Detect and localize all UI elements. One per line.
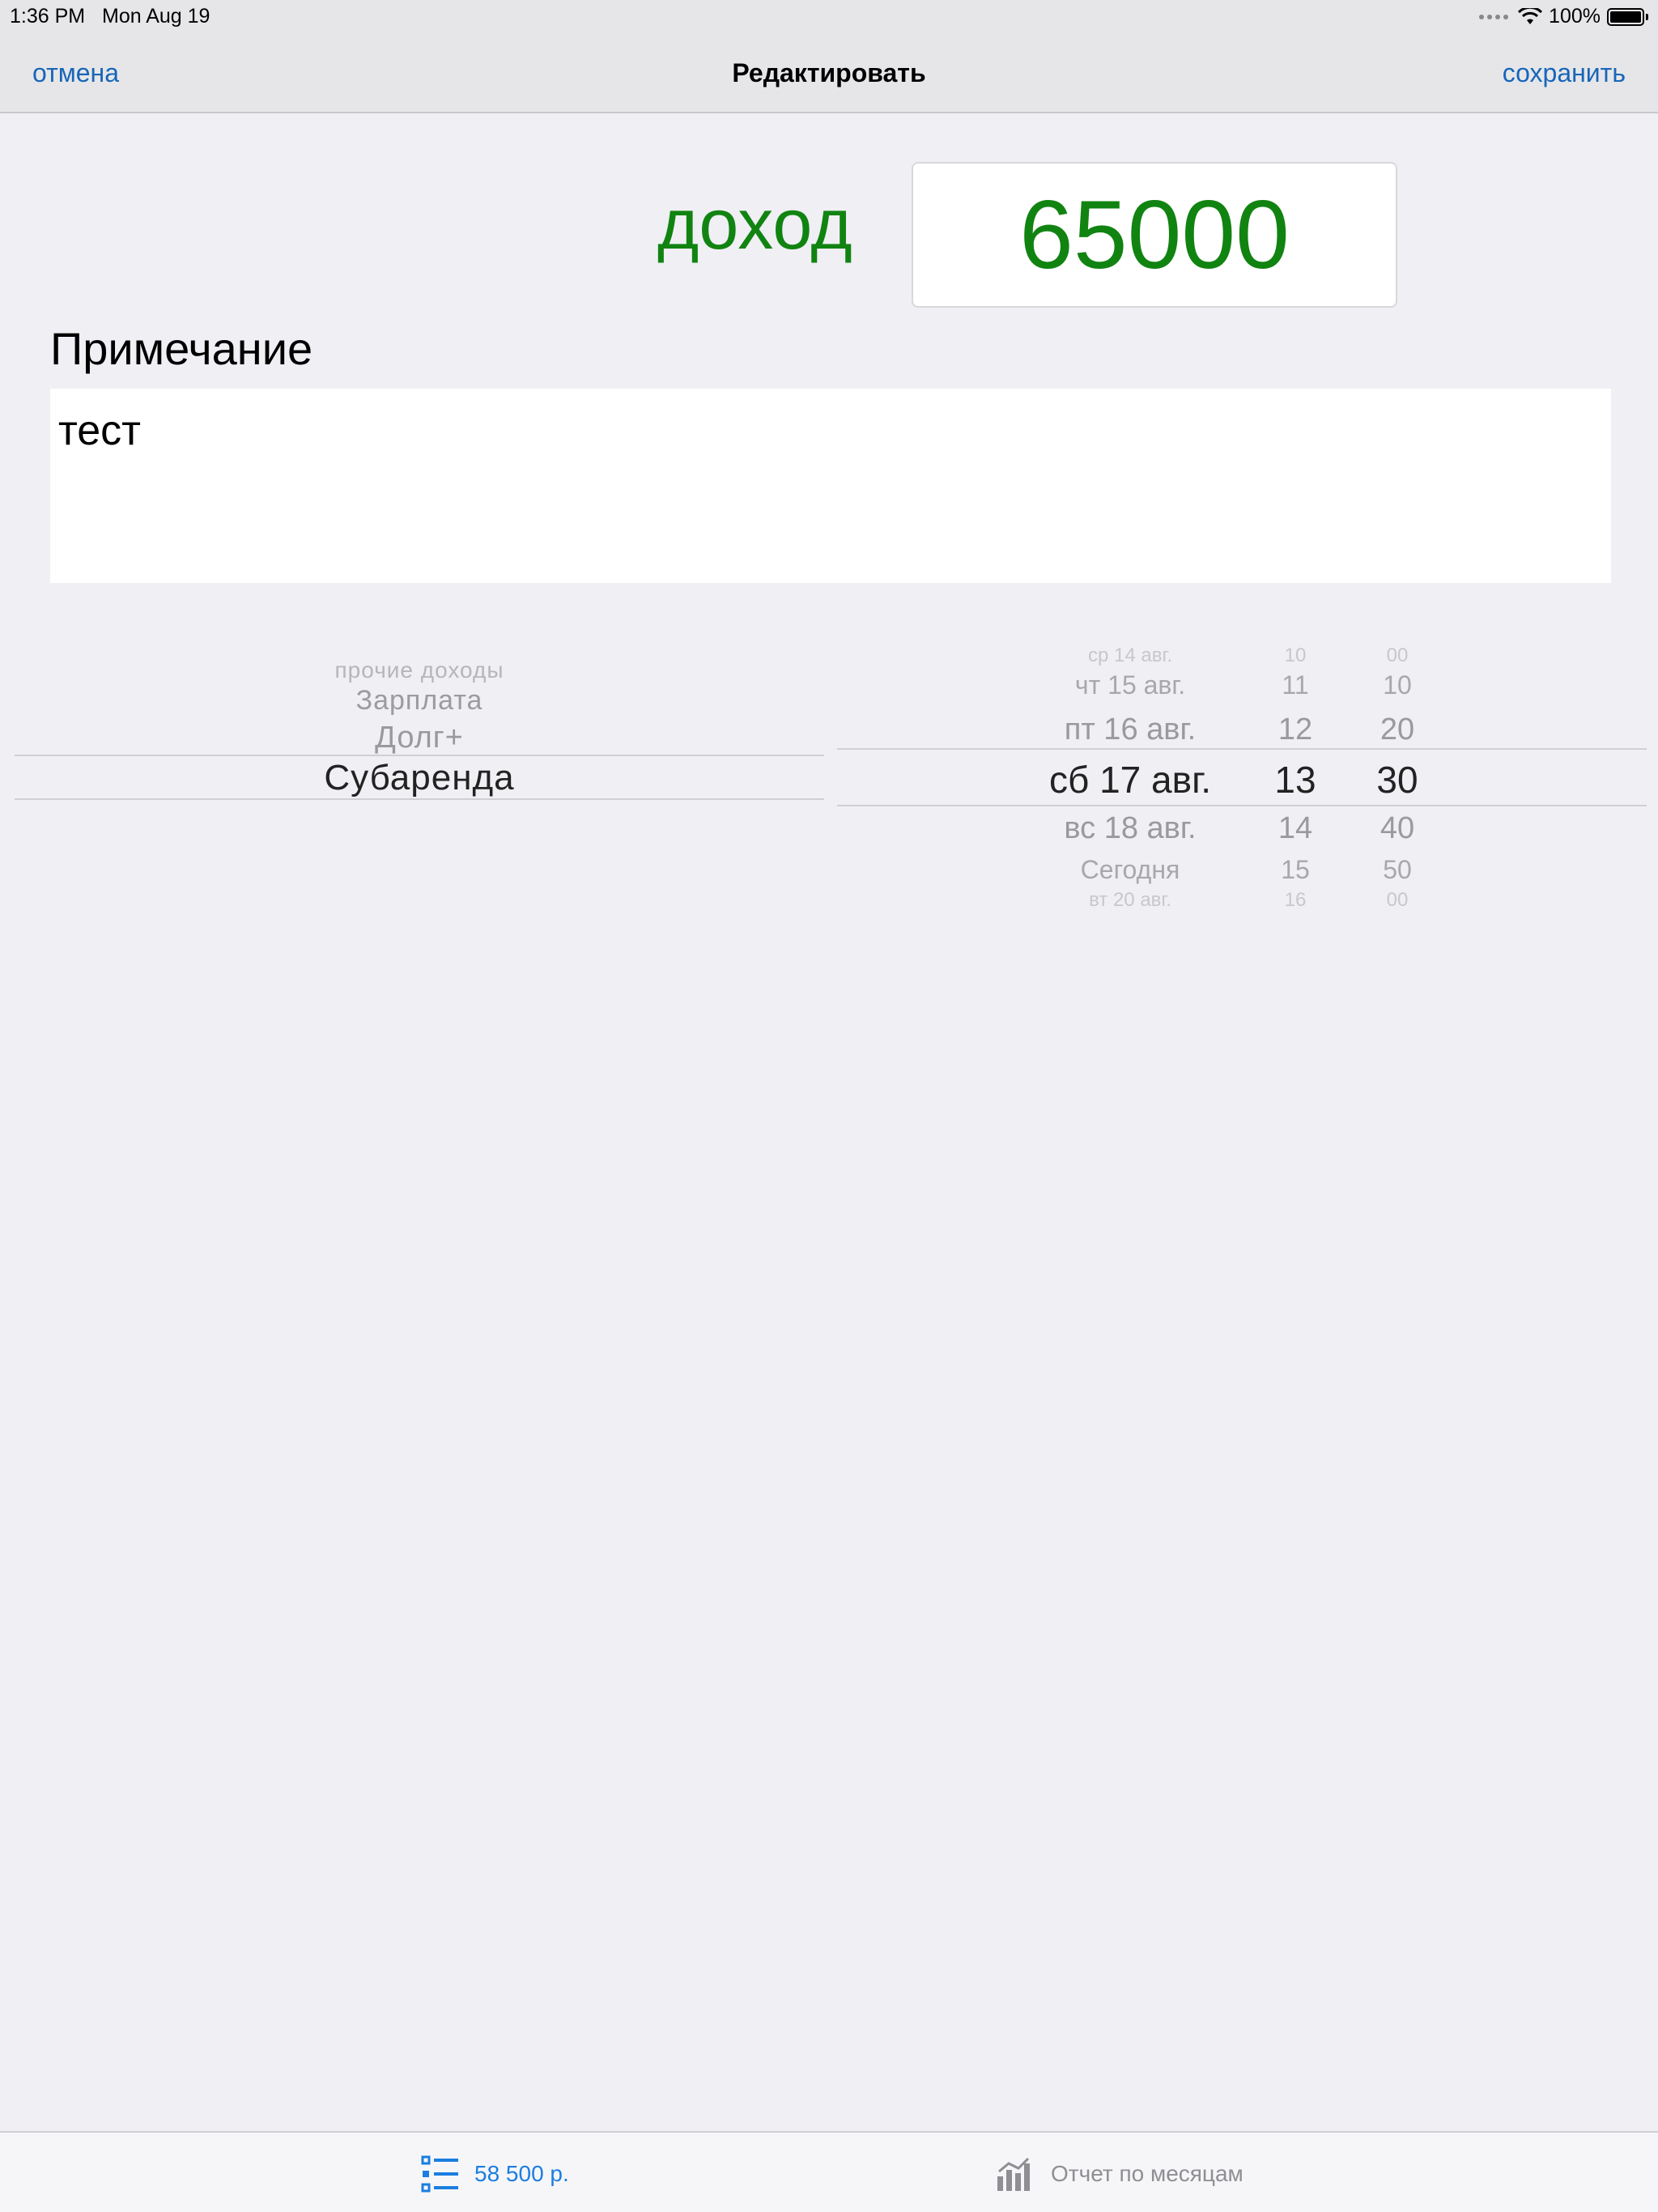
minute-option[interactable]: 00: [1365, 889, 1430, 912]
page-title: Редактировать: [732, 58, 926, 87]
date-option-selected[interactable]: сб 17 авг.: [1009, 758, 1252, 802]
category-option-selected[interactable]: Субаренда: [15, 758, 824, 798]
status-time: 1:36 PM: [10, 5, 86, 28]
hour-option-selected[interactable]: 13: [1263, 758, 1328, 802]
date-option[interactable]: вс 18 авг.: [1009, 811, 1252, 846]
picker-selection-top-line: [837, 748, 1647, 750]
battery-percent: 100%: [1549, 5, 1601, 28]
list-icon: [421, 2155, 458, 2193]
category-option[interactable]: Зарплата: [15, 685, 824, 717]
minute-option[interactable]: 50: [1365, 855, 1430, 885]
tab-monthly-report-label: Отчет по месяцам: [1051, 2161, 1244, 2186]
minute-option[interactable]: 00: [1365, 644, 1430, 667]
hour-option[interactable]: 16: [1263, 889, 1328, 912]
minute-option[interactable]: 10: [1365, 670, 1430, 700]
picker-selection-bottom-line: [837, 805, 1647, 806]
category-option[interactable]: прочие доходы: [15, 657, 824, 683]
hour-option[interactable]: 14: [1263, 811, 1328, 846]
status-bar: 1:36 PM Mon Aug 19 100%: [0, 0, 1658, 32]
entry-type-label[interactable]: доход: [657, 183, 852, 266]
picker-selection-bottom-line: [15, 798, 824, 800]
minute-option[interactable]: 20: [1365, 713, 1430, 747]
date-option[interactable]: вт 20 авг.: [1009, 889, 1252, 912]
hour-option[interactable]: 10: [1263, 644, 1328, 667]
status-indicators: 100%: [1479, 5, 1648, 28]
status-date: Mon Aug 19: [102, 5, 210, 28]
minute-option-selected[interactable]: 30: [1365, 758, 1430, 802]
category-option[interactable]: Долг+: [15, 721, 824, 755]
tab-bar: 58 500 р. Отчет по месяцам: [0, 2131, 1658, 2212]
note-textarea[interactable]: тест: [50, 389, 1611, 583]
amount-field[interactable]: 65000: [912, 162, 1397, 308]
tab-monthly-report[interactable]: Отчет по месяцам: [996, 2155, 1244, 2193]
date-option[interactable]: Сегодня: [1009, 855, 1252, 885]
nav-bar: отмена Редактировать сохранить: [0, 32, 1658, 113]
note-label: Примечание: [50, 323, 313, 374]
date-option[interactable]: ср 14 авг.: [1009, 644, 1252, 667]
hour-option[interactable]: 15: [1263, 855, 1328, 885]
hour-option[interactable]: 11: [1263, 670, 1328, 700]
bar-chart-icon: [997, 2157, 1030, 2191]
minute-option[interactable]: 40: [1365, 811, 1430, 846]
tab-list[interactable]: 58 500 р.: [421, 2155, 569, 2193]
hour-option[interactable]: 12: [1263, 713, 1328, 747]
signal-icon: [1479, 14, 1509, 19]
tab-list-label: 58 500 р.: [474, 2161, 569, 2186]
date-option[interactable]: пт 16 авг.: [1009, 713, 1252, 747]
wifi-icon: [1518, 7, 1543, 24]
save-button[interactable]: сохранить: [1503, 58, 1626, 88]
battery-icon: [1607, 7, 1648, 26]
date-option[interactable]: чт 15 авг.: [1009, 670, 1252, 700]
